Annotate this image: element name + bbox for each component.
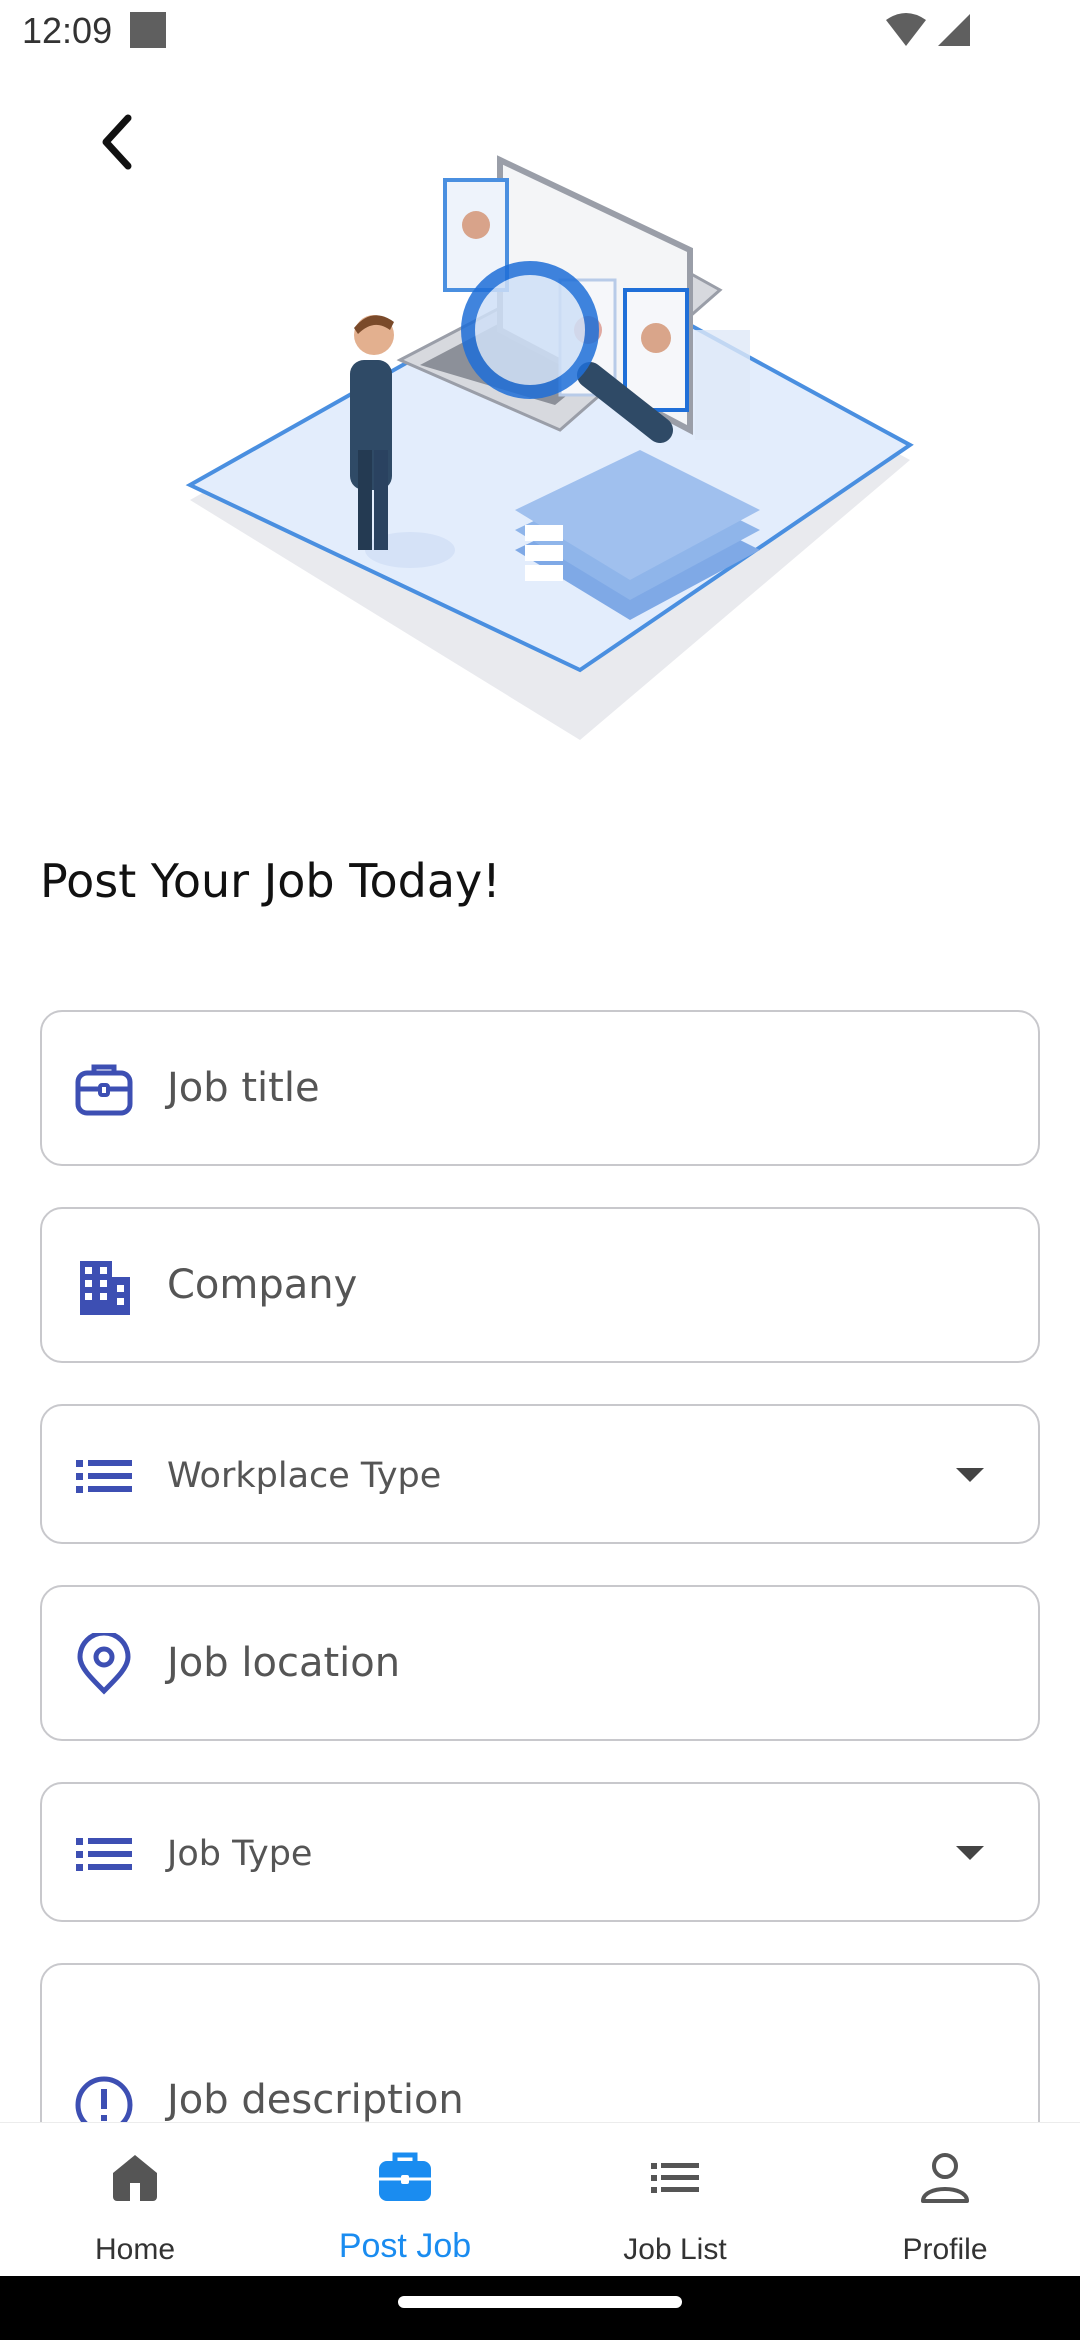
briefcase-icon — [375, 2147, 435, 2207]
status-bar: 12:09 — [0, 0, 1080, 64]
chevron-down-icon — [956, 1468, 984, 1482]
status-time: 12:09 — [22, 10, 113, 51]
workplace-type-placeholder: Workplace Type — [167, 1456, 442, 1496]
job-type-placeholder: Job Type — [167, 1834, 313, 1874]
home-icon — [105, 2147, 165, 2207]
briefcase-icon — [72, 1057, 136, 1121]
wifi-icon — [886, 13, 926, 46]
job-location-field[interactable]: Job location — [40, 1585, 1040, 1741]
status-icons — [886, 12, 970, 48]
person-icon — [915, 2147, 975, 2207]
signal-icon — [938, 14, 970, 46]
location-pin-icon — [72, 1633, 136, 1697]
notification-icon — [130, 12, 166, 48]
list-icon — [645, 2147, 705, 2207]
list-icon — [72, 1444, 136, 1508]
back-button[interactable] — [88, 112, 148, 172]
nav-item-job-list[interactable]: Job List — [540, 2123, 810, 2277]
job-type-dropdown[interactable]: Job Type — [40, 1782, 1040, 1922]
list-icon — [72, 1822, 136, 1886]
system-navigation-bar — [0, 2276, 1080, 2340]
chevron-down-icon — [956, 1846, 984, 1860]
chevron-left-icon — [102, 114, 132, 170]
job-description-placeholder: Job description — [167, 2077, 464, 2123]
building-icon — [72, 1255, 136, 1319]
job-location-placeholder: Job location — [167, 1640, 401, 1686]
job-title-placeholder: Job title — [167, 1065, 320, 1111]
hero-illustration — [185, 155, 914, 740]
page-title: Post Your Job Today! — [40, 854, 501, 908]
company-field[interactable]: Company — [40, 1207, 1040, 1363]
nav-item-post-job[interactable]: Post Job — [270, 2123, 540, 2277]
workplace-type-dropdown[interactable]: Workplace Type — [40, 1404, 1040, 1544]
nav-label-post-job: Post Job — [338, 2227, 472, 2265]
nav-label-job-list: Job List — [623, 2233, 727, 2266]
nav-label-profile: Profile — [902, 2233, 988, 2266]
bottom-navigation: Home Post Job Job List Profile — [0, 2122, 1080, 2276]
nav-label-home: Home — [94, 2233, 176, 2266]
home-gesture-handle[interactable] — [398, 2296, 682, 2308]
nav-item-profile[interactable]: Profile — [810, 2123, 1080, 2277]
job-title-field[interactable]: Job title — [40, 1010, 1040, 1166]
company-placeholder: Company — [167, 1262, 358, 1308]
nav-item-home[interactable]: Home — [0, 2123, 270, 2277]
